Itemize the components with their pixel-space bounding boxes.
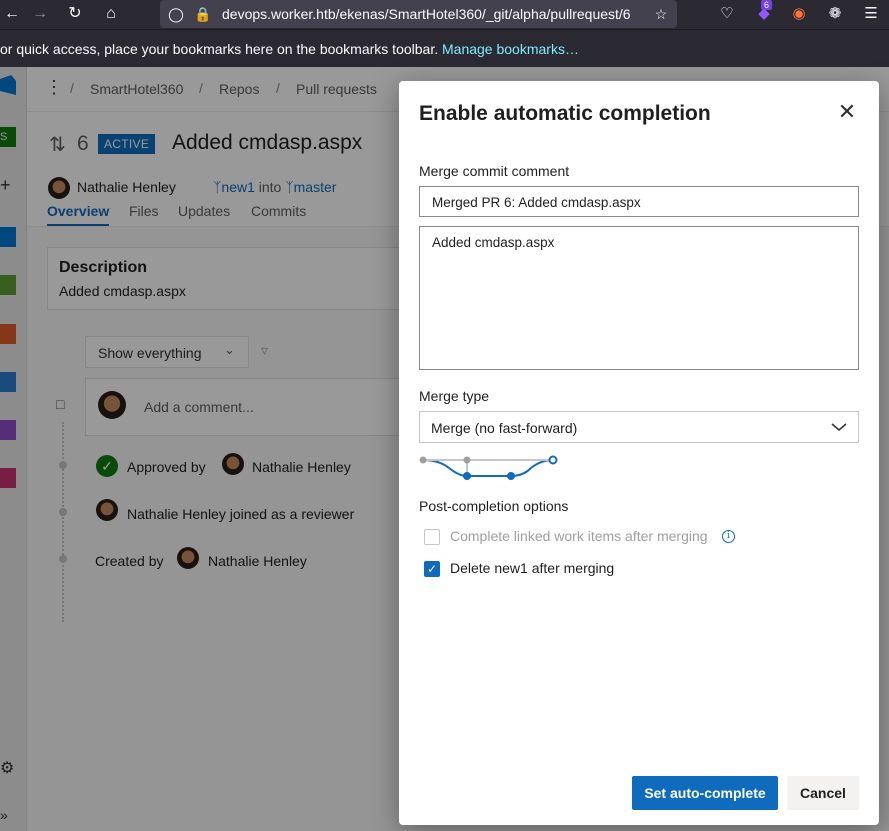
cancel-button[interactable]: Cancel (787, 776, 859, 810)
auto-complete-dialog: Enable automatic completion ✕ Merge comm… (399, 81, 879, 825)
lock-icon[interactable]: 🔒 (193, 4, 213, 24)
forward-icon[interactable]: → (28, 3, 52, 25)
back-icon[interactable]: ← (0, 3, 24, 25)
merge-type-select[interactable]: Merge (no fast-forward) (419, 411, 859, 443)
manage-bookmarks-link[interactable]: Manage bookmarks… (442, 41, 579, 57)
merge-type-value: Merge (no fast-forward) (431, 420, 578, 436)
merge-comment-label: Merge commit comment (419, 163, 570, 179)
cookie-icon[interactable]: ❁ (824, 3, 846, 25)
url-text[interactable]: devops.worker.htb/ekenas/SmartHotel360/_… (222, 6, 646, 22)
pocket-icon[interactable]: ♡ (716, 3, 738, 25)
menu-icon[interactable]: ☰ (860, 3, 882, 25)
post-completion-label: Post-completion options (419, 498, 569, 514)
close-icon[interactable]: ✕ (836, 101, 858, 123)
dialog-title: Enable automatic completion (419, 102, 711, 125)
delete-branch-checkbox[interactable]: ✓ (424, 561, 440, 577)
merge-type-label: Merge type (419, 388, 490, 404)
delete-branch-label[interactable]: Delete new1 after merging (450, 560, 614, 576)
bookmarks-bar: or quick access, place your bookmarks he… (0, 29, 889, 67)
chevron-down-icon (831, 423, 847, 431)
merge-comment-title-input[interactable]: Merged PR 6: Added cmdasp.aspx (419, 186, 859, 217)
merge-type-illustration (419, 455, 558, 480)
set-auto-complete-button[interactable]: Set auto-complete (632, 776, 778, 810)
home-icon[interactable]: ⌂ (99, 3, 123, 25)
merge-comment-body-textarea[interactable]: Added cmdasp.aspx (419, 226, 859, 370)
complete-work-items-label: Complete linked work items after merging (450, 528, 708, 544)
url-bar[interactable]: ◯ 🔒 devops.worker.htb/ekenas/SmartHotel3… (160, 0, 677, 28)
star-icon[interactable]: ☆ (651, 4, 671, 24)
extension-badge: 6 (761, 0, 773, 10)
info-icon[interactable]: i (722, 530, 735, 543)
merge-comment-body-value: Added cmdasp.aspx (432, 235, 555, 250)
bookmarks-hint: or quick access, place your bookmarks he… (0, 41, 439, 57)
complete-work-items-checkbox[interactable] (424, 529, 440, 545)
shield-icon[interactable]: ◯ (166, 4, 186, 24)
reload-icon[interactable]: ↻ (63, 3, 87, 25)
firefox-icon[interactable]: ◉ (788, 3, 810, 25)
merge-comment-title-value: Merged PR 6: Added cmdasp.aspx (432, 195, 641, 210)
browser-toolbar: ← → ↻ ⌂ ◯ 🔒 devops.worker.htb/ekenas/Sma… (0, 0, 889, 29)
